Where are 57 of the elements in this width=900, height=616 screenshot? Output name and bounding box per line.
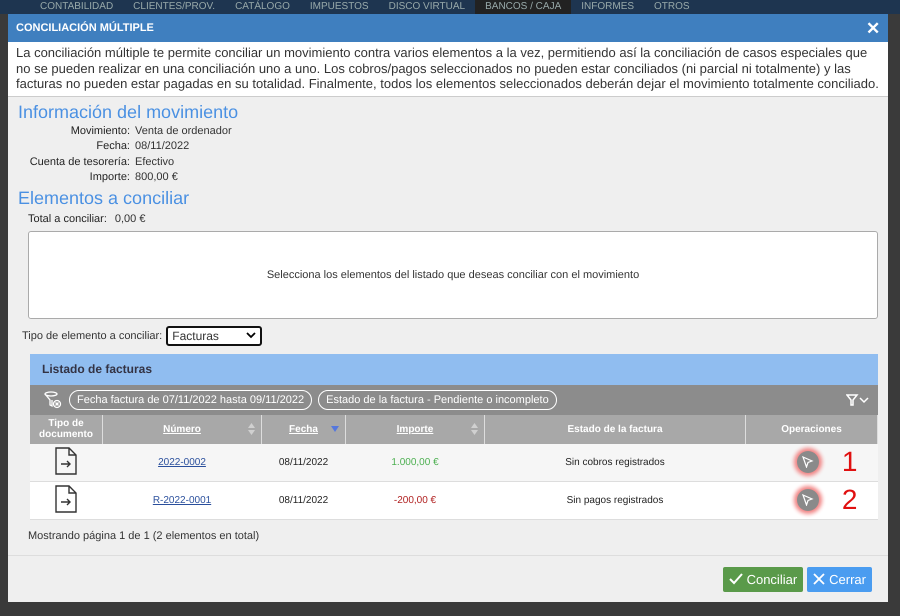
select-button[interactable]	[796, 451, 818, 473]
menu-item[interactable]: BANCOS / CAJA	[475, 0, 572, 14]
caret-icon	[246, 332, 256, 339]
document-icon	[54, 446, 78, 474]
field-value: 800,00 €	[135, 171, 179, 184]
close-icon	[813, 573, 826, 585]
table-cell: Sin pagos registrados	[566, 494, 664, 506]
field-label: Cuenta de tesorería:	[28, 156, 130, 169]
cursor-icon	[802, 494, 814, 506]
field-label: Importe:	[88, 171, 130, 184]
invoice-number-link[interactable]: 2022-0002	[158, 456, 206, 468]
section-heading: Elementos a conciliar	[18, 186, 190, 208]
confirm-button[interactable]: Conciliar	[722, 566, 804, 592]
amount-cell: -200,00 €	[394, 494, 436, 506]
type-label: Tipo de elemento a conciliar:	[22, 330, 162, 342]
filter-menu-icon[interactable]	[846, 394, 870, 406]
check-icon	[728, 573, 743, 585]
table-cell: 08/11/2022	[278, 456, 328, 468]
field-value: Efectivo	[135, 156, 176, 169]
document-icon	[54, 484, 78, 512]
menu-item[interactable]: CONTABILIDAD	[30, 0, 124, 14]
dialog-title: CONCILIACIÓN MÚLTIPLE	[16, 22, 154, 34]
menu-item[interactable]: IMPUESTOS	[300, 0, 379, 14]
select-button[interactable]	[796, 489, 818, 511]
cursor-icon	[802, 456, 814, 468]
selection-hint: Selecciona los elementos del listado que deseas conciliar con el movimiento	[266, 268, 640, 280]
table-cell: 08/11/2022	[278, 494, 328, 506]
close-dialog-button[interactable]: Cerrar	[807, 566, 872, 592]
field-value: 08/11/2022	[135, 140, 190, 154]
menu-item[interactable]: CATÁLOGO	[225, 0, 300, 14]
sort-descending-icon[interactable]	[331, 426, 339, 432]
close-button[interactable]: ✕	[866, 20, 880, 36]
field-label: Fecha:	[95, 140, 130, 154]
pagination-text: Mostrando página 1 de 1 (2 elementos en total)	[28, 530, 260, 542]
description-text: La conciliación múltiple te permite conciliar un movimiento contra varios elementos a la vez, permitiendo así la conciliación de casos especiales que no se pueden realizar en una conciliación uno a uno. Los cobros/pagos seleccionados no pueden estar conciliados (ni parcial ni totalmente) y las facturas no pueden estar pagadas en su totalidad. Finalmente, todos los elementos seleccionados deberán dejar el movimiento totalmente conciliado.	[8, 42, 888, 96]
field-label: Movimiento:	[70, 124, 130, 138]
clear-filter-icon[interactable]	[43, 390, 63, 408]
column-header: Estado de la factura	[567, 424, 663, 434]
total-value: 0,00 €	[114, 212, 146, 224]
total-label: Total a conciliar:	[28, 212, 107, 224]
table-cell: Sin cobros registrados	[565, 456, 665, 468]
step-number: 1	[842, 444, 858, 478]
menu-item[interactable]: DISCO VIRTUAL	[378, 0, 476, 14]
amount-cell: 1.000,00 €	[391, 456, 439, 468]
section-heading: Información del movimiento	[18, 100, 240, 122]
column-header: Operaciones	[781, 424, 842, 434]
field-value: Venta de ordenador	[135, 124, 233, 138]
menu-item[interactable]: INFORMES	[571, 0, 644, 14]
column-header: Tipo de documento	[39, 418, 93, 440]
invoice-number-link[interactable]: R-2022-0001	[152, 494, 212, 506]
list-title: Listado de facturas	[42, 362, 152, 376]
filter-chip[interactable]: Fecha factura de 07/11/2022 hasta 09/11/2022	[69, 390, 312, 410]
step-number: 2	[842, 482, 858, 516]
filter-chip[interactable]: Estado de la factura - Pendiente o incompleto	[318, 390, 557, 410]
menu-item[interactable]: CLIENTES/PROV.	[123, 0, 226, 14]
type-dropdown[interactable]: Facturas	[166, 326, 262, 346]
menu-item[interactable]: OTROS	[644, 0, 700, 14]
